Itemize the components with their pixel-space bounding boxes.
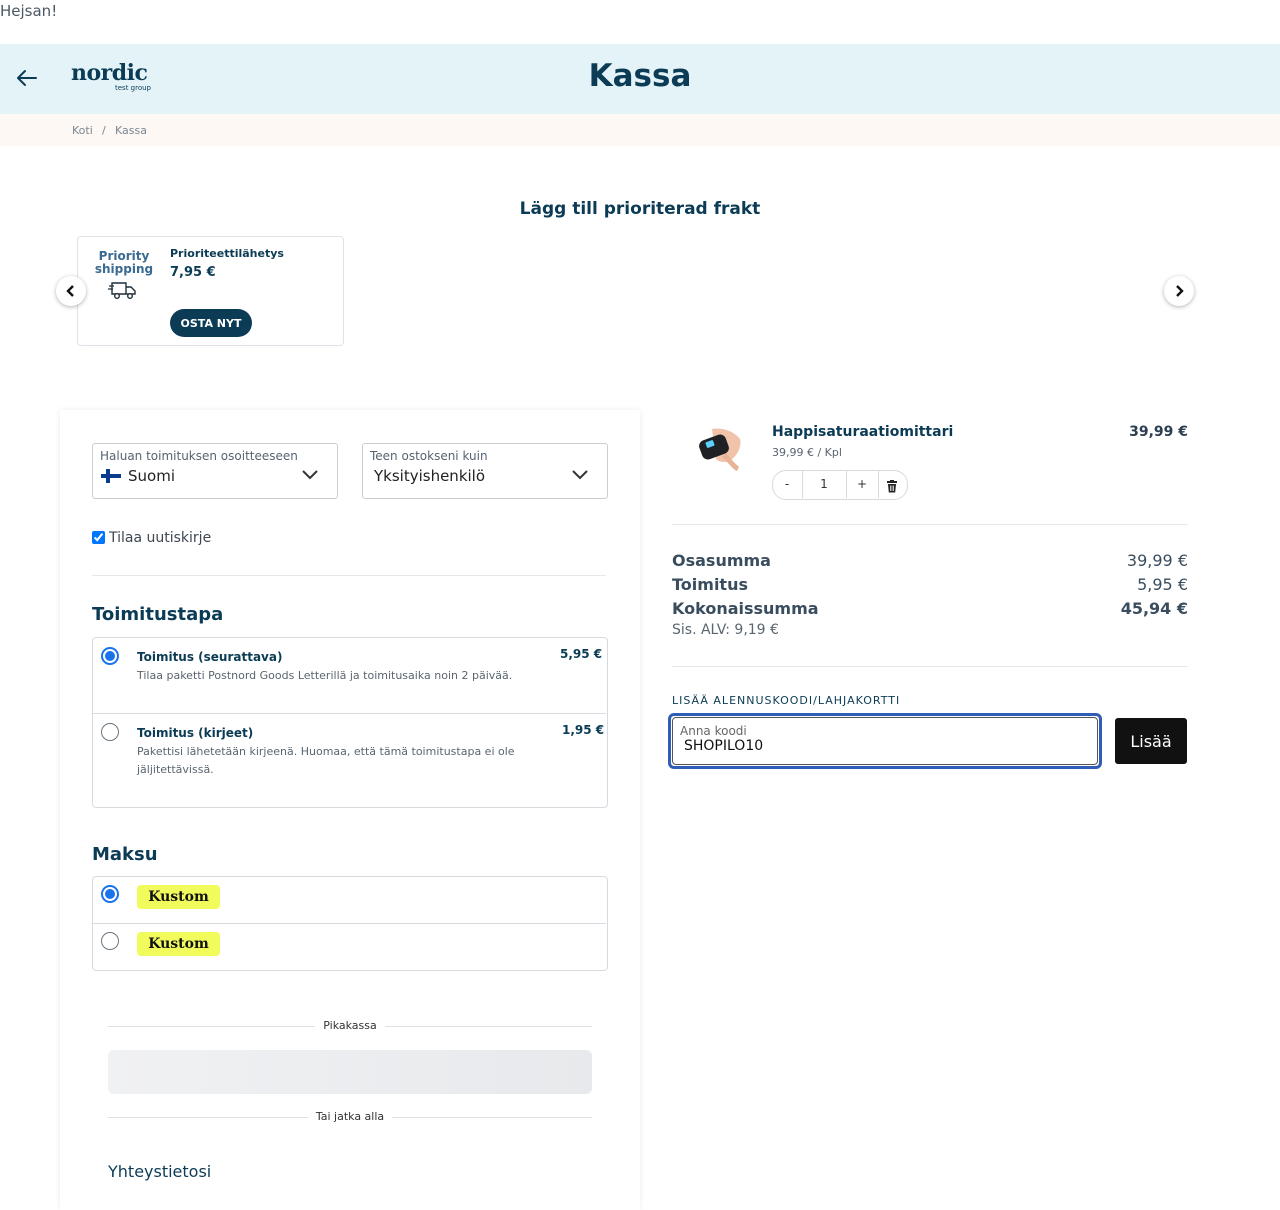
shipping-option-title: Toimitus (seurattava) bbox=[137, 650, 283, 664]
product-image-pulse-oximeter bbox=[694, 425, 746, 472]
chevron-left-icon bbox=[66, 285, 74, 297]
promo-section-title: Lägg till prioriterad frakt bbox=[519, 199, 761, 219]
promo-price: 7,95 € bbox=[170, 265, 216, 280]
shipping-option-price: 5,95 € bbox=[560, 647, 603, 661]
chevron-down-icon bbox=[571, 466, 589, 480]
breadcrumb-separator: / bbox=[102, 124, 106, 137]
shipping-option-desc: Tilaa paketti Postnord Goods Letterillä … bbox=[137, 669, 513, 682]
buyer-type-value: Yksityishenkilö bbox=[374, 467, 486, 485]
shipping-option-title: Toimitus (kirjeet) bbox=[137, 726, 254, 740]
carousel-next-button[interactable] bbox=[1164, 276, 1194, 306]
subtotal-value: 39,99 € bbox=[1126, 551, 1188, 570]
chevron-down-icon bbox=[301, 466, 319, 480]
divider bbox=[672, 524, 1188, 525]
chevron-right-icon bbox=[1176, 285, 1184, 297]
kustom-logo: Kustom bbox=[137, 932, 220, 956]
breadcrumb bbox=[0, 114, 1280, 146]
or-continue-label: Tai jatka alla bbox=[315, 1110, 385, 1123]
country-select-value: Suomi bbox=[128, 467, 175, 485]
shipping-option-desc: jäljitettävissä. bbox=[137, 763, 214, 776]
buyer-type-label: Teen ostokseni kuin bbox=[370, 449, 488, 463]
payment-kustom-radio-2[interactable] bbox=[101, 932, 119, 950]
finland-flag-icon bbox=[101, 468, 121, 487]
discount-code-label: LISÄÄ ALENNUSKOODI/LAHJAKORTTI bbox=[672, 694, 901, 707]
newsletter-checkbox[interactable] bbox=[92, 531, 105, 544]
shipping-method-title: Toimitustapa bbox=[92, 604, 224, 625]
express-checkout-placeholder[interactable] bbox=[108, 1050, 592, 1094]
separator-line bbox=[385, 1026, 592, 1027]
payment-kustom-radio[interactable] bbox=[101, 885, 119, 903]
subtotal-label: Osasumma bbox=[672, 551, 771, 570]
contact-info-title: Yhteystietosi bbox=[108, 1162, 212, 1181]
truck-icon bbox=[108, 279, 138, 301]
shipping-tracked-radio[interactable] bbox=[101, 647, 119, 665]
product-price: 39,99 € bbox=[1129, 424, 1188, 440]
divider bbox=[672, 666, 1188, 667]
total-value: 45,94 € bbox=[1120, 599, 1188, 618]
divider bbox=[93, 923, 606, 924]
vat-info: Sis. ALV: 9,19 € bbox=[672, 622, 779, 638]
discount-code-floating-label: Anna koodi bbox=[680, 724, 747, 738]
greeting-text: Hejsan! bbox=[0, 2, 58, 20]
discount-code-input[interactable] bbox=[684, 738, 1084, 754]
kustom-logo: Kustom bbox=[137, 885, 220, 909]
shipping-letter-radio[interactable] bbox=[101, 723, 119, 741]
badge-line-2: shipping bbox=[94, 262, 154, 276]
express-checkout-label: Pikakassa bbox=[323, 1019, 377, 1032]
payment-title: Maksu bbox=[92, 844, 158, 865]
total-label: Kokonaissumma bbox=[672, 599, 819, 618]
divider bbox=[92, 575, 606, 576]
back-arrow-icon[interactable] bbox=[14, 65, 40, 91]
quantity-decrease-button[interactable]: - bbox=[774, 477, 800, 491]
divider bbox=[93, 713, 606, 714]
separator-line bbox=[392, 1117, 592, 1118]
breadcrumb-home[interactable]: Koti bbox=[72, 124, 93, 137]
quantity-increase-button[interactable]: + bbox=[847, 477, 877, 491]
newsletter-label: Tilaa uutiskirje bbox=[109, 530, 212, 546]
shipping-option-price: 1,95 € bbox=[562, 723, 605, 737]
product-name[interactable]: Happisaturaatiomittari bbox=[772, 424, 953, 440]
priority-shipping-badge: Priority shipping bbox=[92, 250, 156, 276]
country-select-label: Haluan toimituksen osoitteeseen bbox=[100, 449, 298, 463]
shipping-option-desc: Pakettisi lähetetään kirjeenä. Huomaa, e… bbox=[137, 745, 515, 758]
buy-now-button[interactable]: OSTA NYT bbox=[170, 309, 252, 337]
shipping-cost-label: Toimitus bbox=[672, 575, 748, 594]
product-unit-price: 39,99 € / Kpl bbox=[772, 446, 842, 459]
apply-discount-button[interactable]: Lisää bbox=[1115, 718, 1187, 764]
carousel-prev-button[interactable] bbox=[56, 276, 86, 306]
page-title: Kassa bbox=[588, 58, 692, 94]
logo[interactable]: nordic bbox=[71, 60, 148, 86]
logo-subtitle: test group bbox=[115, 84, 151, 92]
trash-icon[interactable] bbox=[886, 478, 898, 497]
stepper-divider bbox=[878, 470, 879, 498]
breadcrumb-current: Kassa bbox=[115, 124, 147, 137]
quantity-value[interactable]: 1 bbox=[803, 477, 845, 491]
shipping-cost-value: 5,95 € bbox=[1137, 575, 1188, 594]
promo-product-name: Prioriteettilähetys bbox=[170, 247, 284, 260]
